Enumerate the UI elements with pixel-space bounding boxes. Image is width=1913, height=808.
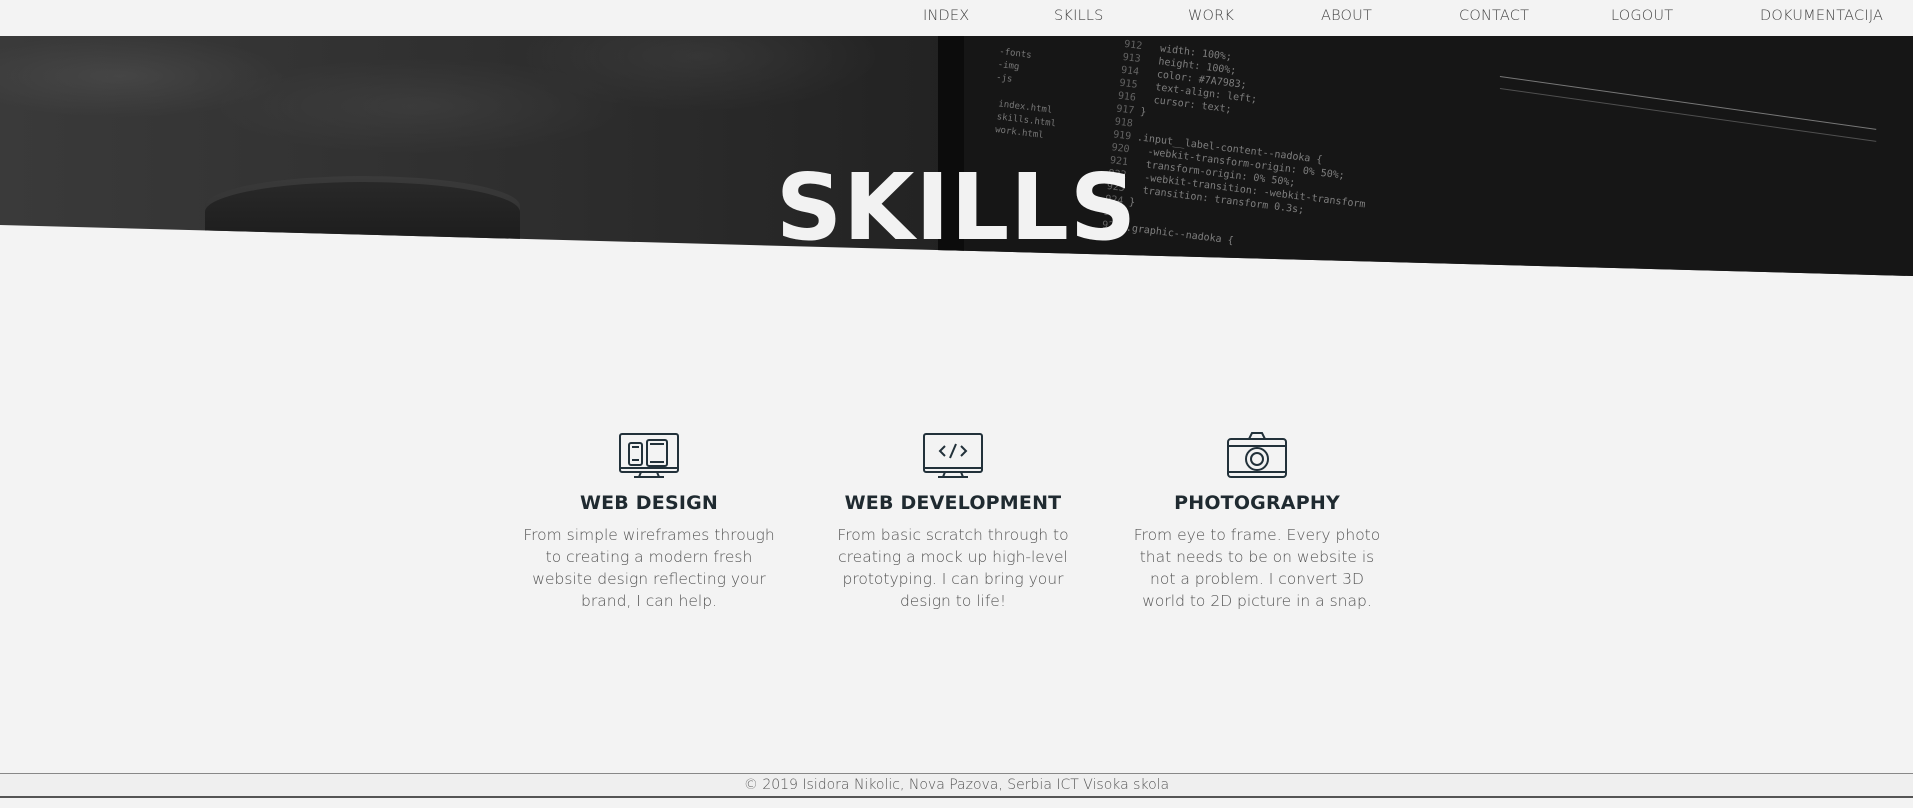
skill-title: WEB DESIGN	[579, 492, 719, 514]
skill-title: PHOTOGRAPHY	[1174, 492, 1340, 514]
skill-description: From eye to frame. Every photo that need…	[1133, 526, 1381, 610]
footer: © 2019 Isidora Nikolic, Nova Pazova, Ser…	[0, 773, 1913, 798]
skill-card-photography: PHOTOGRAPHY From eye to frame. Every pho…	[1127, 430, 1387, 612]
camera-icon	[1127, 430, 1387, 480]
skill-title: WEB DEVELOPMENT	[844, 492, 1062, 514]
page-title: SKILLS	[775, 153, 1138, 261]
skill-card-web-development: WEB DEVELOPMENT From basic scratch throu…	[823, 430, 1083, 612]
nav-link-logout[interactable]: LOGOUT	[1611, 8, 1673, 24]
nav-link-contact[interactable]: CONTACT	[1459, 8, 1529, 24]
nav-link-work[interactable]: WORK	[1188, 8, 1234, 24]
skill-card-web-design: WEB DESIGN From simple wireframes throug…	[519, 430, 779, 612]
nav-link-skills[interactable]: SKILLS	[1054, 8, 1104, 24]
nav-link-about[interactable]: ABOUT	[1321, 8, 1372, 24]
skill-description: From simple wireframes through to creati…	[523, 526, 775, 610]
hero-code-gutter-image: -fonts -img -js index.html skills.html w…	[989, 46, 1057, 141]
code-monitor-icon	[823, 430, 1083, 480]
footer-copyright: © 2019 Isidora Nikolic, Nova Pazova, Ser…	[743, 777, 1170, 793]
nav-link-index[interactable]: INDEX	[923, 8, 969, 24]
nav-link-dokumentacija[interactable]: DOKUMENTACIJA	[1760, 8, 1883, 24]
skill-description: From basic scratch through to creating a…	[837, 526, 1069, 610]
devices-icon	[519, 430, 779, 480]
top-navigation: INDEX SKILLS WORK ABOUT CONTACT LOGOUT D…	[0, 0, 1913, 36]
